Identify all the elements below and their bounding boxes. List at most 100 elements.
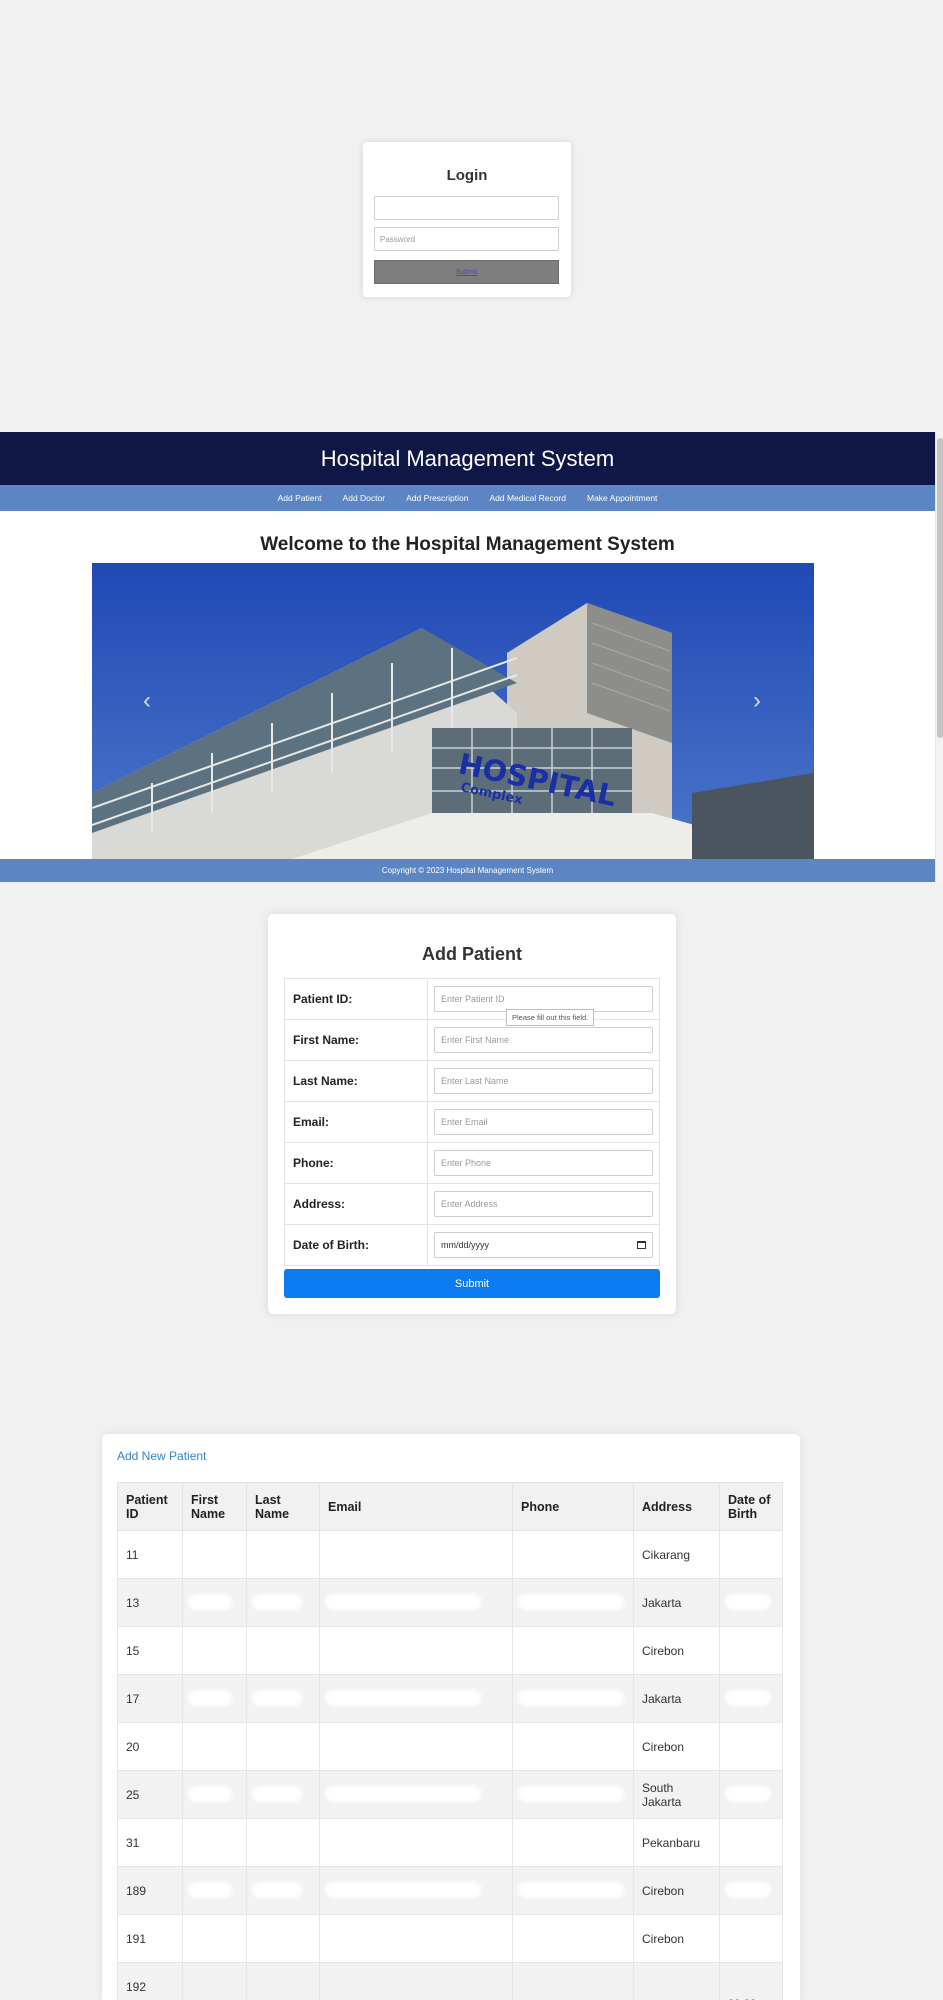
- redacted-value: [728, 1740, 768, 1751]
- phone-input[interactable]: [434, 1150, 653, 1176]
- cell-email: [319, 1674, 513, 1723]
- redacted-value: [728, 1548, 768, 1559]
- form-row-last-name: Last Name:: [284, 1060, 660, 1102]
- redacted-value: [191, 1740, 229, 1751]
- col-first-name: First Name: [182, 1482, 247, 1531]
- redacted-value: [191, 1884, 229, 1895]
- redacted-value: [255, 1644, 299, 1655]
- redacted-value: [191, 1788, 229, 1799]
- cell-address: Cikarang: [633, 1530, 720, 1579]
- patient-table: Patient ID First Name Last Name Email Ph…: [117, 1482, 783, 2000]
- redacted-value: [191, 1644, 229, 1655]
- cell-address: South Jakarta: [633, 1770, 720, 1819]
- add-patient-form: Add Patient Patient ID: First Name: Last…: [268, 914, 676, 1314]
- cell-phone: [512, 1866, 634, 1915]
- cell-phone: [512, 1914, 634, 1963]
- copyright-text: Copyright © 2023 Hospital Management Sys…: [381, 866, 554, 875]
- patient-list-panel: Add New Patient Patient ID First Name La…: [102, 1434, 800, 2000]
- col-email: Email: [319, 1482, 513, 1531]
- table-row: 20 Cirebon: [117, 1722, 783, 1771]
- cell-first-name: [182, 1674, 247, 1723]
- cell-dob: [719, 1770, 783, 1819]
- cell-dob: [719, 1578, 783, 1627]
- cell-email: [319, 1962, 513, 2000]
- nav-add-prescription[interactable]: Add Prescription: [406, 493, 468, 503]
- nav-add-doctor[interactable]: Add Doctor: [343, 493, 386, 503]
- cell-first-name: [182, 1722, 247, 1771]
- redacted-value: [255, 1836, 299, 1847]
- cell-phone: [512, 1626, 634, 1675]
- cell-dob: [719, 1866, 783, 1915]
- col-phone: Phone: [512, 1482, 634, 1531]
- redacted-value: [191, 1692, 229, 1703]
- calendar-icon[interactable]: [637, 1241, 646, 1249]
- redacted-value: [521, 1692, 621, 1703]
- last-name-input[interactable]: [434, 1068, 653, 1094]
- page-scrollbar[interactable]: [935, 432, 943, 882]
- address-input[interactable]: [434, 1191, 653, 1217]
- cell-dob: [719, 1626, 783, 1675]
- nav-add-medical-record[interactable]: Add Medical Record: [489, 493, 566, 503]
- add-new-patient-link[interactable]: Add New Patient: [117, 1449, 206, 1463]
- redacted-value: [255, 1884, 299, 1895]
- col-dob: Date of Birth: [719, 1482, 783, 1531]
- cell-patient-id: 15: [117, 1626, 183, 1675]
- redacted-value: [728, 1836, 768, 1847]
- cell-first-name: [182, 1530, 247, 1579]
- welcome-heading: Welcome to the Hospital Management Syste…: [260, 534, 675, 555]
- redacted-value: [728, 1932, 768, 1943]
- cell-dob: [719, 1722, 783, 1771]
- redacted-value: [328, 1740, 478, 1751]
- cell-dob: [719, 1914, 783, 1963]
- cell-phone: [512, 1722, 634, 1771]
- cell-phone: [512, 1770, 634, 1819]
- login-title: Login: [446, 167, 488, 184]
- redacted-value: [728, 1692, 768, 1703]
- login-submit-button[interactable]: Submit: [374, 260, 559, 284]
- cell-last-name: [246, 1914, 320, 1963]
- first-name-input[interactable]: [434, 1027, 653, 1053]
- table-row: 11 Cikarang: [117, 1530, 783, 1579]
- main-nav: Add Patient Add Doctor Add Prescription …: [0, 485, 935, 511]
- redacted-value: [255, 1692, 299, 1703]
- nav-add-patient[interactable]: Add Patient: [278, 493, 322, 503]
- cell-address: Cirebon: [633, 1914, 720, 1963]
- redacted-value: [521, 1644, 621, 1655]
- carousel-prev-icon[interactable]: ‹: [138, 689, 156, 713]
- cell-last-name: [246, 1866, 320, 1915]
- home-screen: Hospital Management System Add Patient A…: [0, 432, 935, 882]
- username-input[interactable]: [374, 196, 559, 220]
- cell-first-name: [182, 1962, 247, 2000]
- add-patient-submit-button[interactable]: Submit: [284, 1269, 660, 1298]
- redacted-value: [328, 1548, 478, 1559]
- cell-last-name: [246, 1770, 320, 1819]
- last-name-label: Last Name:: [284, 1060, 428, 1102]
- cell-address: Jakarta: [633, 1578, 720, 1627]
- redacted-value: [521, 1836, 621, 1847]
- dob-input[interactable]: mm/dd/yyyy: [434, 1232, 653, 1258]
- redacted-value: [328, 1932, 478, 1943]
- cell-address: Cirebon: [633, 1626, 720, 1675]
- add-patient-form-table: Patient ID: First Name: Last Name: Email…: [284, 978, 660, 1266]
- cell-email: [319, 1914, 513, 1963]
- redacted-value: [255, 1740, 299, 1751]
- table-row: 191 Cirebon: [117, 1914, 783, 1963]
- table-row: 192 00-00: [117, 1962, 783, 2000]
- cell-last-name: [246, 1530, 320, 1579]
- nav-make-appointment[interactable]: Make Appointment: [587, 493, 657, 503]
- login-screen: Login Submit: [0, 0, 935, 432]
- password-input[interactable]: [374, 227, 559, 251]
- cell-patient-id: 17: [117, 1674, 183, 1723]
- carousel-next-icon[interactable]: ›: [748, 689, 766, 713]
- cell-phone: [512, 1818, 634, 1867]
- cell-address: [633, 1962, 720, 2000]
- scrollbar-thumb[interactable]: [937, 438, 943, 738]
- cell-patient-id: 20: [117, 1722, 183, 1771]
- form-row-email: Email:: [284, 1101, 660, 1143]
- cell-first-name: [182, 1866, 247, 1915]
- redacted-value: [255, 1548, 299, 1559]
- col-address: Address: [633, 1482, 720, 1531]
- cell-last-name: [246, 1962, 320, 2000]
- email-input[interactable]: [434, 1109, 653, 1135]
- redacted-value: [521, 1596, 621, 1607]
